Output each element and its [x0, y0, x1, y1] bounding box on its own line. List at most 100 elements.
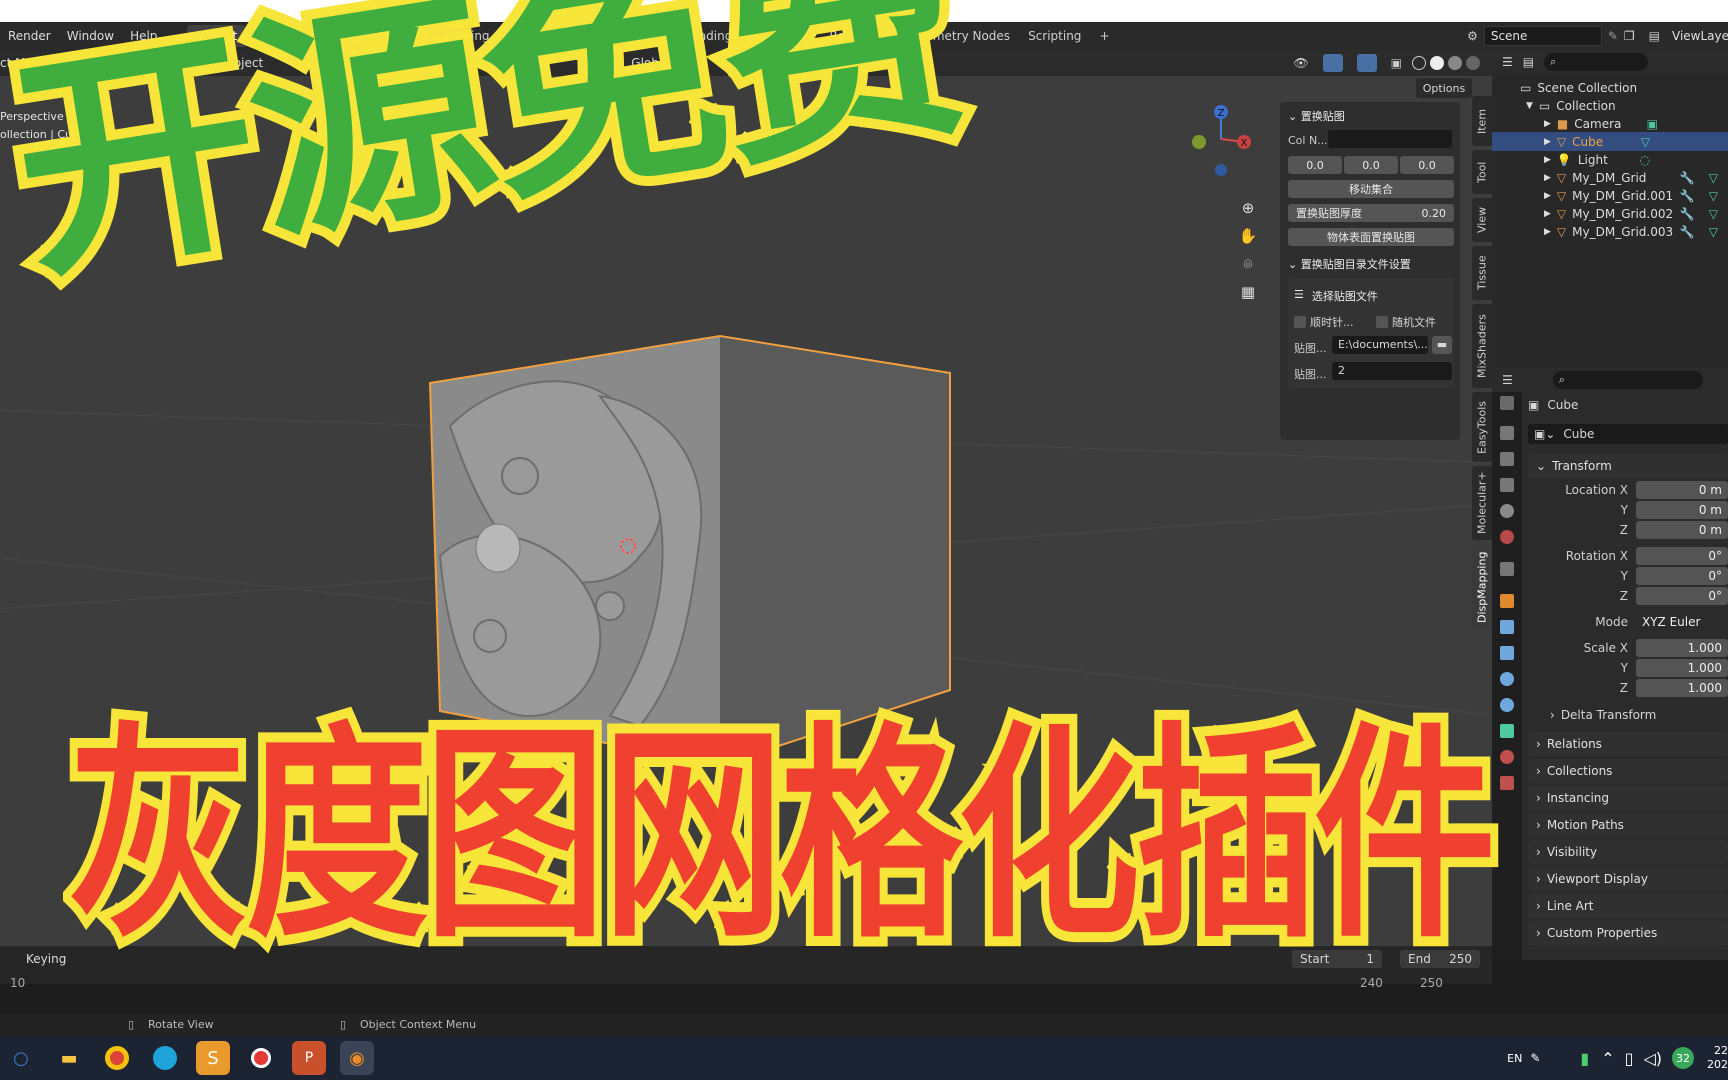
location-z-value[interactable]: 0 m — [1636, 521, 1728, 539]
motion-paths-section-header[interactable]: › Motion Paths — [1528, 813, 1728, 837]
grid-view-icon[interactable]: ▦ — [1238, 278, 1258, 306]
scale-x-value[interactable]: 1.000 — [1636, 639, 1728, 657]
rotation-mode-dropdown[interactable]: XYZ Euler — [1636, 613, 1728, 631]
select-file-button[interactable]: ☰ 选择贴图文件 — [1294, 288, 1378, 304]
scale-y-value[interactable]: 1.000 — [1636, 659, 1728, 677]
language-indicator[interactable]: EN — [1507, 1052, 1522, 1065]
custom-properties-section-header[interactable]: › Custom Properties — [1528, 921, 1728, 945]
sidetab-view[interactable]: View — [1472, 198, 1492, 242]
viewlayer-selector[interactable]: ViewLayer — [1666, 26, 1728, 46]
random-file-checkbox[interactable]: 随机文件 — [1376, 314, 1436, 330]
scene-collection-row[interactable]: ▭ Scene Collection — [1492, 78, 1728, 97]
folder-icon[interactable]: ▬ — [1432, 336, 1452, 354]
location-y-row[interactable]: Y 0 m — [1532, 500, 1728, 520]
view-layer-tab-icon[interactable] — [1500, 478, 1514, 492]
path-field[interactable]: E:\documents\... — [1332, 336, 1428, 354]
render-tab-icon[interactable] — [1500, 426, 1514, 440]
battery-icon[interactable]: ▮ — [1580, 1049, 1589, 1068]
section-header[interactable]: ⌄ 置换贴图目录文件设置 — [1288, 256, 1411, 272]
xray-icon[interactable]: ▣ — [1391, 56, 1402, 70]
tool-tab-icon[interactable] — [1500, 396, 1514, 410]
powerpoint-icon[interactable]: P — [292, 1041, 326, 1075]
notification-badge[interactable]: 32 — [1672, 1047, 1694, 1069]
recorder-icon[interactable] — [244, 1041, 278, 1075]
object-tab-icon[interactable] — [1500, 594, 1514, 608]
line-art-section-header[interactable]: › Line Art — [1528, 894, 1728, 918]
duplicate-scene-icon[interactable]: ❐ — [1624, 29, 1635, 43]
overlay-icon[interactable] — [1356, 54, 1377, 72]
chevron-up-icon[interactable]: ⌃ — [1601, 1049, 1614, 1068]
properties-search-input[interactable]: ⌕ — [1552, 371, 1703, 389]
particles-tab-icon[interactable] — [1500, 646, 1514, 660]
edge-icon[interactable] — [148, 1041, 182, 1075]
delta-transform-header[interactable]: › Delta Transform — [1550, 708, 1656, 722]
scale-x-row[interactable]: Scale X 1.000 — [1532, 638, 1728, 658]
clock[interactable]: 22 202 — [1706, 1044, 1728, 1072]
camera-view-icon[interactable]: ⌾ — [1238, 250, 1258, 278]
rotation-x-row[interactable]: Rotation X 0° — [1532, 546, 1728, 566]
sidetab-mixshaders[interactable]: MixShaders — [1472, 304, 1492, 388]
scale-z-value[interactable]: 1.000 — [1636, 679, 1728, 697]
rotation-mode-row[interactable]: Mode XYZ Euler — [1532, 612, 1728, 632]
data-tab-icon[interactable] — [1500, 724, 1514, 738]
editor-type-icon[interactable]: ☰ — [1502, 373, 1513, 387]
keying-dropdown[interactable]: Keying — [26, 952, 66, 966]
move-collection-button[interactable]: 移动集合 — [1288, 180, 1454, 198]
wireframe-shading-icon[interactable] — [1412, 56, 1426, 70]
viewport-display-section-header[interactable]: › Viewport Display — [1528, 867, 1728, 891]
material-tab-icon[interactable] — [1500, 750, 1514, 764]
location-x-row[interactable]: Location X 0 m — [1532, 480, 1728, 500]
zoom-icon[interactable]: ⊕ — [1238, 194, 1258, 222]
clockwise-checkbox[interactable]: 顺时针... — [1294, 314, 1354, 330]
sidetab-tissue[interactable]: Tissue — [1472, 246, 1492, 300]
mic-icon[interactable]: ▯ — [1625, 1049, 1634, 1068]
rotation-y-value[interactable]: 0° — [1636, 567, 1728, 585]
collections-section-header[interactable]: › Collections — [1528, 759, 1728, 783]
outliner-search-input[interactable]: ⌕ — [1544, 53, 1649, 71]
display-mode-icon[interactable]: ▤ — [1523, 55, 1534, 69]
sidetab-easytools[interactable]: EasyTools — [1472, 392, 1492, 462]
editor-type-icon[interactable]: ☰ — [1502, 55, 1513, 69]
section-header[interactable]: ⌄ 置换贴图 — [1288, 108, 1345, 124]
file-explorer-icon[interactable]: ▬ — [52, 1041, 86, 1075]
tab-scripting[interactable]: Scripting — [1019, 25, 1090, 47]
count-dropdown[interactable]: 2 — [1332, 362, 1452, 380]
outliner-row-grid-001[interactable]: ▶ ▽ My_DM_Grid.001 🔧 ▽ — [1492, 186, 1728, 205]
chrome-icon[interactable] — [100, 1041, 134, 1075]
modifier-tab-icon[interactable] — [1500, 620, 1514, 634]
surface-displace-button[interactable]: 物体表面置换贴图 — [1288, 228, 1454, 246]
vec-x-field[interactable]: 0.0 — [1288, 156, 1342, 174]
outliner-row-grid[interactable]: ▶ ▽ My_DM_Grid 🔧 ▽ — [1492, 168, 1728, 187]
volume-icon[interactable]: ◁) — [1643, 1049, 1662, 1068]
pin-icon[interactable]: ✎ — [1608, 29, 1618, 43]
object-name-field[interactable]: ▣⌄ Cube — [1528, 424, 1728, 444]
rotation-z-value[interactable]: 0° — [1636, 587, 1728, 605]
visibility-section-header[interactable]: › Visibility — [1528, 840, 1728, 864]
material-shading-icon[interactable] — [1448, 56, 1462, 70]
options-dropdown[interactable]: Options — [1416, 78, 1472, 98]
add-workspace-button[interactable]: + — [1090, 25, 1118, 47]
world-tab-icon[interactable] — [1500, 530, 1514, 544]
gizmo-icon[interactable] — [1322, 54, 1343, 72]
relations-section-header[interactable]: › Relations — [1528, 732, 1728, 756]
pan-hand-icon[interactable]: ✋ — [1238, 222, 1258, 250]
instancing-section-header[interactable]: › Instancing — [1528, 786, 1728, 810]
sidetab-dispmapping[interactable]: DispMapping — [1472, 544, 1492, 630]
texture-tab-icon[interactable] — [1500, 776, 1514, 790]
outliner-row-light[interactable]: ▶ 💡 Light ◌ — [1492, 150, 1728, 169]
output-tab-icon[interactable] — [1500, 452, 1514, 466]
collection-field[interactable] — [1328, 130, 1452, 148]
outliner-row-camera[interactable]: ▶ ■ Camera ▣ — [1492, 114, 1728, 133]
location-y-value[interactable]: 0 m — [1636, 501, 1728, 519]
collection-row[interactable]: ▼ ▭ Collection — [1492, 96, 1728, 115]
blender-icon[interactable]: ◉ — [340, 1041, 374, 1075]
scale-z-row[interactable]: Z 1.000 — [1532, 678, 1728, 698]
outliner-row-grid-002[interactable]: ▶ ▽ My_DM_Grid.002 🔧 ▽ — [1492, 204, 1728, 223]
physics-tab-icon[interactable] — [1500, 672, 1514, 686]
visibility-icon[interactable]: 👁 — [1293, 56, 1308, 70]
rotation-x-value[interactable]: 0° — [1636, 547, 1728, 565]
pen-icon[interactable]: ✎ — [1530, 1051, 1540, 1065]
collection-tab-icon[interactable] — [1500, 562, 1514, 576]
rendered-shading-icon[interactable] — [1466, 56, 1480, 70]
vec-z-field[interactable]: 0.0 — [1400, 156, 1454, 174]
